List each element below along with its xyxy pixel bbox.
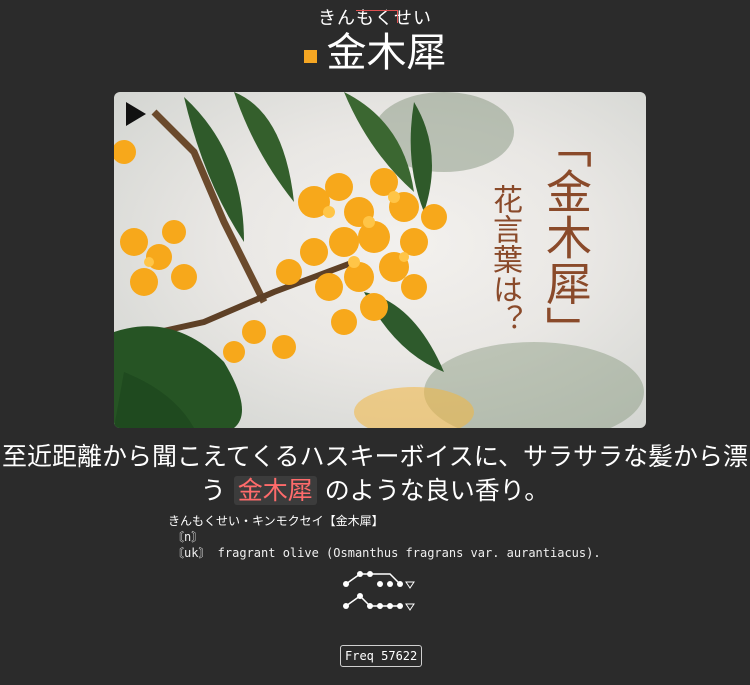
- definition-headword: きんもくせい・キンモクセイ【金木犀】: [168, 514, 384, 528]
- pitch-accent-mark: [356, 10, 398, 23]
- sentence-after: のような良い香り。: [324, 476, 550, 505]
- definition-gloss: 〘uk〙 fragrant olive (Osmanthus fragrans …: [172, 546, 601, 560]
- play-icon[interactable]: [126, 102, 146, 126]
- sentence-highlight: 金木犀: [233, 476, 317, 505]
- caption-sub: 花言葉は？: [487, 184, 522, 334]
- image-caption: 「金木犀」 花言葉は？: [487, 112, 646, 422]
- pitch-accent-graph: [343, 571, 415, 611]
- definition-block: きんもくせい・キンモクセイ【金木犀】 〘n〙 〘uk〙 fragrant oli…: [168, 513, 668, 561]
- frequency-badge: Freq 57622: [340, 645, 423, 667]
- caption-main: 「金木犀」: [539, 122, 593, 352]
- example-sentence: 至近距離から聞こえてくるハスキーボイスに、サラサラな髪から漂う 金木犀 のような…: [0, 440, 750, 508]
- word-header: きんもくせい 金木犀: [0, 8, 750, 76]
- bullet-square-icon: [303, 49, 317, 63]
- reading: きんもくせい: [318, 8, 432, 30]
- title-row: 金木犀: [0, 30, 750, 76]
- definition-pos: 〘n〙: [172, 530, 204, 544]
- word-title: 金木犀: [326, 30, 447, 76]
- word-image[interactable]: 「金木犀」 花言葉は？: [114, 92, 646, 428]
